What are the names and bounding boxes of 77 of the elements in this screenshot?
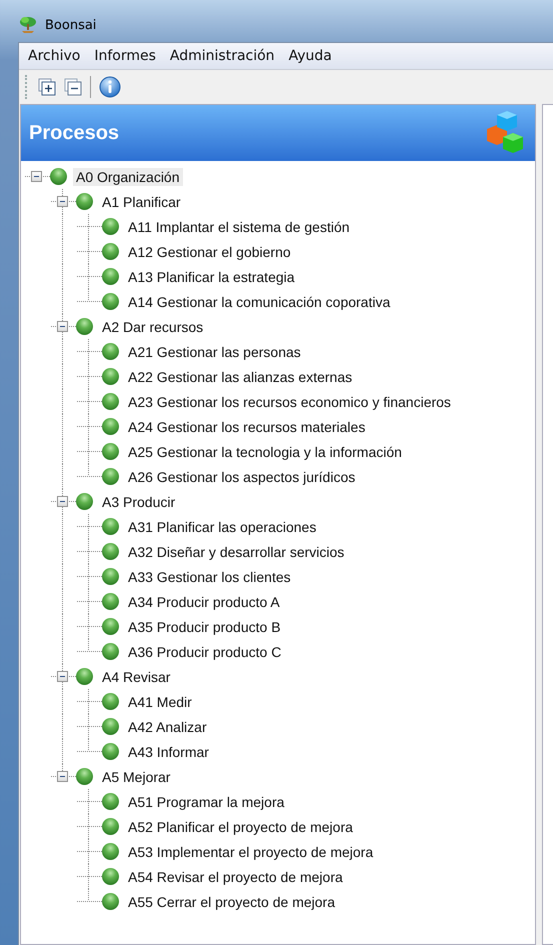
- tree-item[interactable]: A42 Analizar: [125, 718, 210, 736]
- tree-item[interactable]: A12 Gestionar el gobierno: [125, 242, 294, 260]
- tree-item[interactable]: A53 Implementar el proyecto de mejora: [125, 842, 376, 860]
- tree-item[interactable]: A5 Mejorar: [99, 768, 174, 786]
- tree-item[interactable]: A23 Gestionar los recursos economico y financieros: [125, 392, 454, 410]
- ball-icon: [102, 218, 119, 235]
- collapse-toggle[interactable]: [57, 196, 68, 207]
- expand-all-icon[interactable]: [38, 78, 56, 96]
- ball-icon: [102, 518, 119, 535]
- tree-item[interactable]: A51 Programar la mejora: [125, 792, 288, 810]
- ball-icon: [102, 543, 119, 560]
- ball-icon: [102, 443, 119, 460]
- ball-icon: [76, 668, 93, 685]
- tree-item[interactable]: A35 Producir producto B: [125, 618, 284, 636]
- tree-item[interactable]: A24 Gestionar los recursos materiales: [125, 418, 368, 436]
- tree-item[interactable]: A32 Diseñar y desarrollar servicios: [125, 542, 348, 560]
- tree-item[interactable]: A1 Planificar: [99, 192, 184, 210]
- tree-item[interactable]: A13 Planificar la estrategia: [125, 268, 298, 286]
- ball-icon: [102, 268, 119, 285]
- ball-icon: [102, 243, 119, 260]
- collapse-toggle[interactable]: [57, 671, 68, 682]
- menu-item[interactable]: Archivo: [23, 46, 86, 66]
- menu-item[interactable]: Informes: [89, 46, 161, 66]
- ball-icon: [102, 843, 119, 860]
- ball-icon: [102, 343, 119, 360]
- collapse-toggle[interactable]: [31, 171, 42, 182]
- tree-item[interactable]: A34 Producir producto A: [125, 592, 283, 610]
- panel-title: Procesos: [29, 122, 120, 144]
- cubes-icon: [485, 111, 525, 155]
- tree-item[interactable]: A41 Medir: [125, 692, 195, 710]
- window-title: Boonsai: [45, 18, 96, 32]
- tree-item[interactable]: A22 Gestionar las alianzas externas: [125, 368, 356, 386]
- ball-icon: [102, 693, 119, 710]
- tree-item[interactable]: A14 Gestionar la comunicación coporativa: [125, 292, 394, 310]
- collapse-toggle[interactable]: [57, 496, 68, 507]
- ball-icon: [76, 318, 93, 335]
- collapse-toggle[interactable]: [57, 321, 68, 332]
- ball-icon: [102, 893, 119, 910]
- collapse-toggle[interactable]: [57, 771, 68, 782]
- tree-item[interactable]: A21 Gestionar las personas: [125, 342, 304, 360]
- ball-icon: [102, 718, 119, 735]
- tree-item[interactable]: A55 Cerrar el proyecto de mejora: [125, 892, 338, 910]
- ball-icon: [102, 418, 119, 435]
- tree-item[interactable]: A52 Planificar el proyecto de mejora: [125, 818, 356, 836]
- ball-icon: [102, 468, 119, 485]
- tree-item[interactable]: A2 Dar recursos: [99, 318, 206, 336]
- info-icon[interactable]: [99, 76, 121, 98]
- tree-item[interactable]: A31 Planificar las operaciones: [125, 518, 320, 536]
- tree-item[interactable]: A0 Organización: [73, 168, 183, 186]
- ball-icon: [50, 168, 67, 185]
- tree-item[interactable]: A54 Revisar el proyecto de mejora: [125, 868, 346, 886]
- collapse-all-icon[interactable]: [64, 78, 82, 96]
- ball-icon: [102, 568, 119, 585]
- ball-icon: [102, 793, 119, 810]
- ball-icon: [102, 393, 119, 410]
- menu-item[interactable]: Ayuda: [284, 46, 337, 66]
- ball-icon: [102, 868, 119, 885]
- menu-item[interactable]: Administración: [164, 46, 280, 66]
- ball-icon: [102, 368, 119, 385]
- ball-icon: [76, 768, 93, 785]
- tree-item[interactable]: A4 Revisar: [99, 668, 174, 686]
- tree-item[interactable]: A25 Gestionar la tecnologia y la información: [125, 442, 405, 460]
- tree-item[interactable]: A26 Gestionar los aspectos jurídicos: [125, 468, 358, 486]
- ball-icon: [76, 193, 93, 210]
- tree-item[interactable]: A33 Gestionar los clientes: [125, 568, 294, 586]
- ball-icon: [76, 493, 93, 510]
- ball-icon: [102, 818, 119, 835]
- ball-icon: [102, 618, 119, 635]
- ball-icon: [102, 293, 119, 310]
- tree-item[interactable]: A36 Producir producto C: [125, 642, 284, 660]
- tree-icon: [19, 16, 37, 34]
- tree-item[interactable]: A11 Implantar el sistema de gestión: [125, 218, 353, 236]
- ball-icon: [102, 743, 119, 760]
- tree-item[interactable]: A3 Producir: [99, 492, 178, 510]
- tree-item[interactable]: A43 Informar: [125, 742, 212, 760]
- ball-icon: [102, 643, 119, 660]
- ball-icon: [102, 593, 119, 610]
